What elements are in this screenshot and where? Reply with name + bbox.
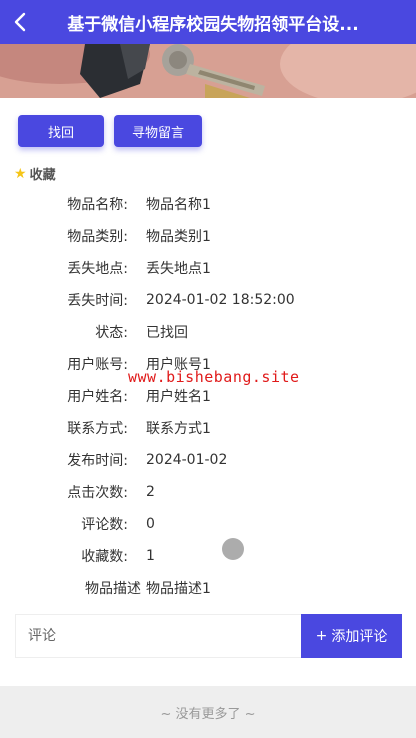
detail-value: 2024-01-02 [146,452,228,468]
detail-value: 2024-01-02 18:52:00 [146,292,295,308]
leave-message-button[interactable]: 寻物留言 [114,115,202,147]
detail-key: 丢失地点: [67,261,128,277]
action-buttons: 找回 寻物留言 [18,115,202,147]
collect-button[interactable]: ★ 收藏 [14,164,56,184]
detail-key: 用户姓名: [67,389,128,405]
detail-key: 用户账号: [67,357,128,373]
top-nav-bar: 基于微信小程序校园失物招领平台设... [0,0,416,44]
detail-key: 物品名称: [67,197,128,213]
detail-row: 物品名称: 物品名称1 [0,188,416,220]
plus-icon: + [315,628,328,644]
no-more-footer: ~ 没有更多了 ~ [0,686,416,738]
comment-bar: + 添加评论 [15,614,402,658]
detail-row: 点击次数: 2 [0,476,416,508]
detail-value: 联系方式1 [146,421,211,437]
detail-key: 联系方式: [67,421,128,437]
detail-value: 0 [146,516,155,532]
detail-value: 1 [146,548,155,564]
detail-key: 评论数: [81,517,128,533]
page-title: 基于微信小程序校园失物招领平台设... [67,14,359,35]
detail-value: 物品类别1 [146,229,211,245]
detail-row: 物品类别: 物品类别1 [0,220,416,252]
add-comment-button[interactable]: + 添加评论 [301,614,402,658]
find-button[interactable]: 找回 [18,115,104,147]
detail-row: 评论数: 0 [0,508,416,540]
watermark: www.bishebang.site [128,368,300,386]
comment-input[interactable] [16,615,301,657]
detail-value: 丢失地点1 [146,261,211,277]
star-icon: ★ [14,165,27,182]
detail-row: 丢失时间: 2024-01-02 18:52:00 [0,284,416,316]
detail-row: 物品描述 物品描述1 [0,572,416,604]
detail-key: 状态: [95,325,128,341]
detail-key: 物品类别: [67,229,128,245]
detail-key: 收藏数: [81,549,128,565]
detail-value: 物品描述1 [146,581,211,597]
detail-value: 物品名称1 [146,197,211,213]
detail-key: 点击次数: [67,485,128,501]
add-comment-label: 添加评论 [331,629,388,645]
detail-key: 发布时间: [67,453,128,469]
item-details: 物品名称: 物品名称1 物品类别: 物品类别1 丢失地点: 丢失地点1 丢失时间… [0,188,416,604]
detail-row: 状态: 已找回 [0,316,416,348]
detail-key: 丢失时间: [67,293,128,309]
back-button[interactable] [0,0,40,44]
item-photo [0,44,416,98]
detail-value: 2 [146,484,155,500]
detail-row: 丢失地点: 丢失地点1 [0,252,416,284]
detail-value: 用户姓名1 [146,389,211,405]
detail-key: 物品描述 [85,581,141,597]
chevron-left-icon [14,12,26,32]
collect-label: 收藏 [29,168,56,183]
detail-row: 收藏数: 1 [0,540,416,572]
detail-row: 联系方式: 联系方式1 [0,412,416,444]
touch-indicator [222,538,244,560]
detail-value: 已找回 [146,325,188,341]
detail-row: 发布时间: 2024-01-02 [0,444,416,476]
